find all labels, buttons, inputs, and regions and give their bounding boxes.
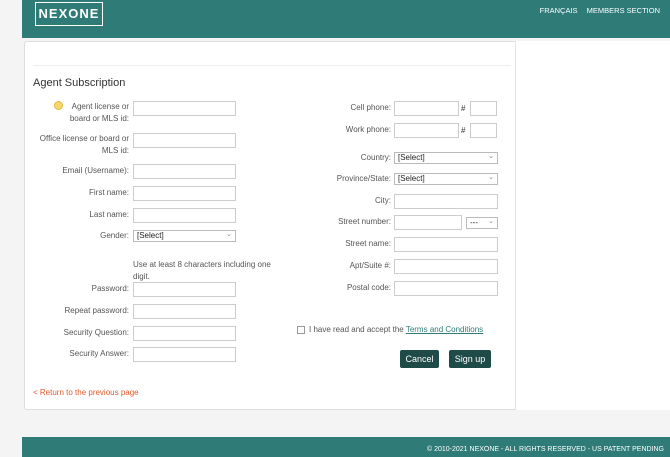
cell-phone-input[interactable] xyxy=(394,101,459,116)
security-question-label: Security Question: xyxy=(63,328,129,337)
province-select[interactable]: [Select] ⌄ xyxy=(394,173,498,185)
password-input[interactable] xyxy=(133,282,236,297)
agent-license-input[interactable] xyxy=(133,101,236,116)
repeat-password-label: Repeat password: xyxy=(64,306,129,315)
repeat-password-input[interactable] xyxy=(133,304,236,319)
province-value: [Select] xyxy=(398,174,425,183)
first-name-input[interactable] xyxy=(133,186,236,201)
postal-code-label: Postal code: xyxy=(346,283,391,292)
gender-label: Gender: xyxy=(100,231,129,240)
footer: © 2010-2021 NEXONE - ALL RIGHTS RESERVED… xyxy=(22,437,670,457)
sign-up-button[interactable]: Sign up xyxy=(449,350,491,368)
apt-input[interactable] xyxy=(394,259,498,274)
security-question-input[interactable] xyxy=(133,326,236,341)
postal-code-input[interactable] xyxy=(394,281,498,296)
password-hint: Use at least 8 characters including one … xyxy=(133,260,271,281)
security-answer-input[interactable] xyxy=(133,347,236,362)
street-name-label: Street name: xyxy=(345,239,391,248)
terms-checkbox[interactable] xyxy=(297,326,305,334)
language-link[interactable]: FRANÇAIS xyxy=(540,6,578,15)
email-label: Email (Username): xyxy=(62,166,129,175)
gender-value: [Select] xyxy=(137,231,164,240)
last-name-label: Last name: xyxy=(89,210,129,219)
top-bar: NEXONE FRANÇAIS MEMBERS SECTION xyxy=(22,0,670,38)
right-panel xyxy=(515,41,670,410)
cell-phone-label: Cell phone: xyxy=(350,103,391,112)
street-name-input[interactable] xyxy=(394,237,498,252)
city-input[interactable] xyxy=(394,194,498,209)
cell-extension-hash: # xyxy=(461,104,466,113)
province-label: Province/State: xyxy=(336,174,391,183)
agent-license-label: Agent license or board or MLS id: xyxy=(69,102,129,123)
work-phone-label: Work phone: xyxy=(345,125,391,134)
chevron-down-icon: ⌄ xyxy=(488,218,494,225)
country-select[interactable]: [Select] ⌄ xyxy=(394,152,498,164)
gender-select[interactable]: [Select] ⌄ xyxy=(133,230,236,242)
last-name-input[interactable] xyxy=(133,208,236,223)
work-phone-input[interactable] xyxy=(394,123,459,138)
apt-label: Apt/Suite #: xyxy=(349,261,391,270)
top-nav: FRANÇAIS MEMBERS SECTION xyxy=(533,6,660,15)
street-number-label: Street number: xyxy=(338,217,391,226)
first-name-label: First name: xyxy=(88,188,129,197)
street-suffix-select[interactable]: --- ⌄ xyxy=(466,217,498,229)
security-answer-label: Security Answer: xyxy=(69,349,129,358)
cancel-button[interactable]: Cancel xyxy=(400,350,439,368)
work-extension-hash: # xyxy=(461,126,466,135)
divider xyxy=(33,65,511,66)
terms-link[interactable]: Terms and Conditions xyxy=(406,325,483,334)
street-suffix-value: --- xyxy=(470,218,478,227)
members-section-link[interactable]: MEMBERS SECTION xyxy=(587,6,660,15)
chevron-down-icon: ⌄ xyxy=(488,153,494,160)
country-value: [Select] xyxy=(398,153,425,162)
work-extension-input[interactable] xyxy=(470,123,497,138)
copyright-text: © 2010-2021 NEXONE - ALL RIGHTS RESERVED… xyxy=(426,446,664,453)
chevron-down-icon: ⌄ xyxy=(488,174,494,181)
terms-text: I have read and accept the Terms and Con… xyxy=(309,325,484,334)
street-number-input[interactable] xyxy=(394,215,462,230)
chevron-down-icon: ⌄ xyxy=(226,231,232,238)
office-license-label: Office license or board or MLS id: xyxy=(39,134,129,155)
password-label: Password: xyxy=(91,284,129,293)
page-title: Agent Subscription xyxy=(33,77,126,89)
return-link[interactable]: < Return to the previous page xyxy=(33,388,139,397)
nexone-logo[interactable]: NEXONE xyxy=(35,2,103,26)
city-label: City: xyxy=(375,196,391,205)
office-license-input[interactable] xyxy=(133,133,236,148)
email-input[interactable] xyxy=(133,164,236,179)
cell-extension-input[interactable] xyxy=(470,101,497,116)
country-label: Country: xyxy=(360,153,391,162)
